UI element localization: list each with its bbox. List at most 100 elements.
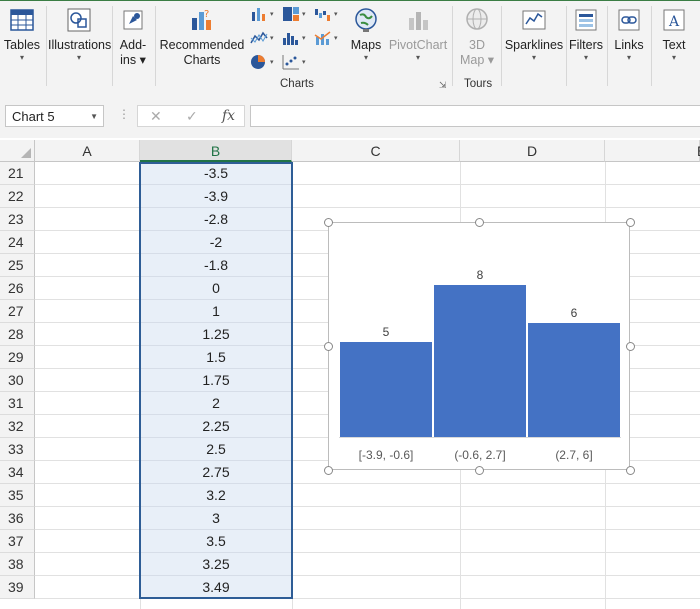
chevron-down-icon[interactable]: ▼ — [90, 106, 98, 128]
row-header[interactable]: 26 — [0, 277, 35, 300]
cell-b[interactable]: 1.75 — [140, 369, 292, 392]
column-header-e[interactable]: E — [605, 140, 700, 162]
cell-b[interactable]: -2 — [140, 231, 292, 254]
cell-b[interactable]: 1 — [140, 300, 292, 323]
row-header[interactable]: 36 — [0, 507, 35, 530]
column-header-d[interactable]: D — [460, 140, 605, 162]
maps-button[interactable]: Maps ▾ — [346, 4, 386, 63]
cell-b[interactable]: 2.75 — [140, 461, 292, 484]
enter-icon[interactable]: ✓ — [186, 108, 198, 125]
column-header-b[interactable]: B — [140, 140, 292, 162]
chevron-down-icon: ▾ — [270, 59, 274, 66]
select-all-button[interactable] — [0, 140, 35, 162]
row-header[interactable]: 23 — [0, 208, 35, 231]
text-box-icon: A — [660, 6, 688, 34]
cell-b[interactable]: 1.25 — [140, 323, 292, 346]
row-header[interactable]: 27 — [0, 300, 35, 323]
histogram-bar[interactable] — [434, 285, 526, 437]
column-header-c[interactable]: C — [292, 140, 460, 162]
row-header[interactable]: 30 — [0, 369, 35, 392]
category-tick-label: (-0.6, 2.7] — [454, 448, 505, 462]
resize-handle-top[interactable] — [475, 218, 484, 227]
histogram-bar[interactable] — [528, 323, 620, 437]
gridline — [35, 575, 700, 576]
recommended-charts-button[interactable]: ? Recommended Charts — [158, 4, 246, 68]
globe-icon — [352, 6, 380, 34]
dialog-launcher-icon[interactable]: ⇲ — [439, 80, 447, 91]
chart-plot: 5 [-3.9, -0.6] 8 (-0.6, 2.7] 6 (2.7, 6] — [339, 268, 621, 462]
row-header[interactable]: 28 — [0, 323, 35, 346]
cell-b[interactable]: 1.5 — [140, 346, 292, 369]
links-label: Links — [614, 38, 644, 52]
insert-function-icon[interactable]: fx — [222, 108, 235, 124]
filters-button[interactable]: Filters ▾ — [568, 4, 604, 63]
resize-handle-left[interactable] — [324, 342, 333, 351]
waterfall-chart-icon[interactable] — [314, 6, 332, 22]
row-header[interactable]: 35 — [0, 484, 35, 507]
cell-b[interactable]: -1.8 — [140, 254, 292, 277]
drag-handle-icon[interactable]: ⋮ — [118, 107, 130, 121]
tables-button[interactable]: Tables ▾ — [2, 4, 42, 63]
row-header[interactable]: 31 — [0, 392, 35, 415]
add-ins-button[interactable]: Add- ins ▾ — [114, 4, 152, 68]
resize-handle-bottom-left[interactable] — [324, 466, 333, 475]
cell-b[interactable]: 2.5 — [140, 438, 292, 461]
gridline — [35, 483, 700, 484]
cell-b[interactable]: 3.25 — [140, 553, 292, 576]
3d-map-button[interactable]: 3D Map ▾ — [456, 4, 498, 68]
ribbon-top-accent — [0, 0, 700, 1]
chevron-down-icon: ▾ — [415, 53, 420, 62]
resize-handle-bottom-right[interactable] — [626, 466, 635, 475]
formula-input[interactable] — [250, 105, 700, 127]
combo-chart-icon[interactable] — [314, 30, 332, 46]
cancel-icon[interactable]: ✕ — [150, 108, 162, 125]
statistic-chart-icon[interactable] — [282, 30, 300, 46]
name-box[interactable]: Chart 5 ▼ — [5, 105, 104, 127]
3d-map-label-2: Map ▾ — [459, 53, 495, 67]
illustrations-button[interactable]: Illustrations ▾ — [48, 4, 111, 63]
cell-b[interactable]: -2.8 — [140, 208, 292, 231]
hierarchy-chart-icon[interactable] — [282, 6, 300, 22]
formula-bar: Chart 5 ▼ ⋮ ✕ ✓ fx — [0, 96, 700, 138]
row-header[interactable]: 38 — [0, 553, 35, 576]
column-header-a[interactable]: A — [35, 140, 140, 162]
row-header[interactable]: 37 — [0, 530, 35, 553]
histogram-bar[interactable] — [340, 342, 432, 437]
cell-b[interactable]: 3.2 — [140, 484, 292, 507]
row-header[interactable]: 32 — [0, 415, 35, 438]
pivotchart-button[interactable]: PivotChart ▾ — [388, 4, 448, 63]
chevron-down-icon: ▾ — [531, 53, 536, 62]
row-header[interactable]: 33 — [0, 438, 35, 461]
resize-handle-right[interactable] — [626, 342, 635, 351]
resize-handle-top-right[interactable] — [626, 218, 635, 227]
cell-b[interactable]: 0 — [140, 277, 292, 300]
row-header[interactable]: 39 — [0, 576, 35, 599]
text-button[interactable]: A Text ▾ — [654, 4, 694, 63]
sparklines-icon — [520, 6, 548, 34]
cell-b[interactable]: -3.5 — [140, 162, 292, 185]
histogram-chart[interactable]: 5 [-3.9, -0.6] 8 (-0.6, 2.7] 6 (2.7, 6] — [328, 222, 630, 470]
row-header[interactable]: 34 — [0, 461, 35, 484]
resize-handle-top-left[interactable] — [324, 218, 333, 227]
row-header[interactable]: 29 — [0, 346, 35, 369]
row-header[interactable]: 21 — [0, 162, 35, 185]
cell-b[interactable]: 2 — [140, 392, 292, 415]
line-chart-icon[interactable] — [250, 30, 268, 46]
gridline — [35, 552, 700, 553]
cell-b[interactable]: 3.5 — [140, 530, 292, 553]
cell-b[interactable]: 3.49 — [140, 576, 292, 599]
links-button[interactable]: Links ▾ — [610, 4, 648, 63]
cell-b[interactable]: 2.25 — [140, 415, 292, 438]
sparklines-button[interactable]: Sparklines ▾ — [504, 4, 564, 63]
cell-b[interactable]: -3.9 — [140, 185, 292, 208]
row-header[interactable]: 22 — [0, 185, 35, 208]
cell-b[interactable]: 3 — [140, 507, 292, 530]
resize-handle-bottom[interactable] — [475, 466, 484, 475]
select-all-icon — [21, 148, 31, 158]
row-header[interactable]: 24 — [0, 231, 35, 254]
column-chart-icon[interactable] — [250, 6, 268, 22]
pie-chart-icon[interactable] — [250, 54, 268, 70]
row-header[interactable]: 25 — [0, 254, 35, 277]
chevron-down-icon: ▾ — [334, 35, 338, 42]
scatter-chart-icon[interactable] — [282, 54, 300, 70]
